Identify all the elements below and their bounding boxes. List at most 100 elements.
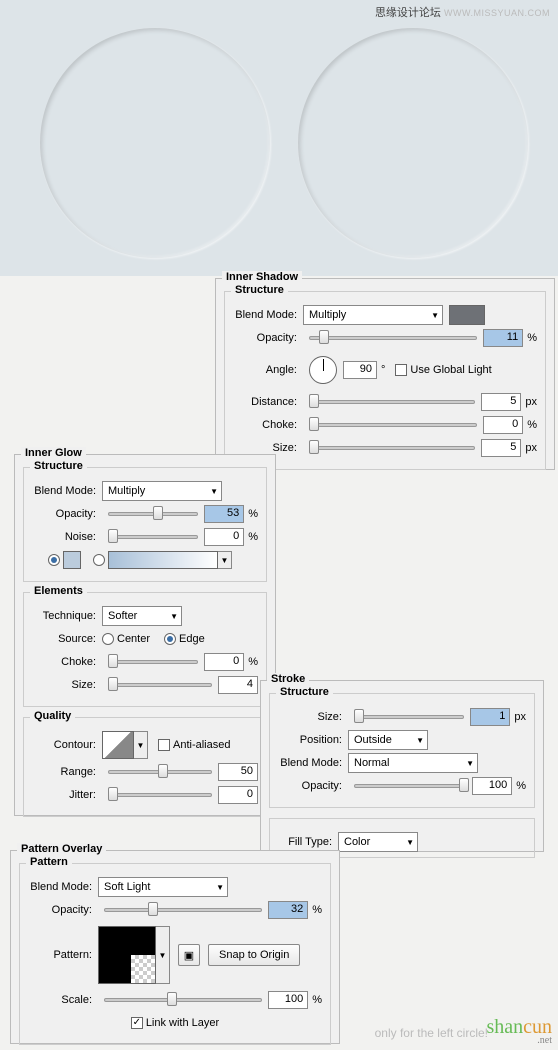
choke-input[interactable]: 0 [204,653,244,671]
gradient-radio[interactable] [93,554,105,566]
opacity-input[interactable]: 53 [204,505,244,523]
noise-slider[interactable] [108,530,198,544]
top-watermark: 思缘设计论坛 WWW.MISSYUAN.COM [375,4,550,20]
scale-slider[interactable] [104,993,262,1007]
watermark-url: WWW.MISSYUAN.COM [444,8,550,18]
scale-input[interactable]: 100 [268,991,308,1009]
chevron-down-icon: ▼ [431,311,439,320]
use-global-light-label: Use Global Light [410,364,491,376]
chevron-down-icon: ▼ [416,736,424,745]
distance-slider[interactable] [309,395,475,409]
angle-input[interactable]: 90 [343,361,377,379]
opacity-slider[interactable] [104,903,262,917]
blend-mode-dropdown[interactable]: Multiply▼ [102,481,222,501]
blend-mode-dropdown[interactable]: Normal▼ [348,753,478,773]
choke-unit: % [527,419,537,431]
bottom-watermark: shancun .net [486,1016,552,1046]
position-label: Position: [278,734,348,746]
opacity-input[interactable]: 11 [483,329,523,347]
shadow-color-swatch[interactable] [449,305,485,325]
contour-label: Contour: [32,739,102,751]
anti-aliased-checkbox[interactable] [158,739,170,751]
panel-title: Inner Shadow [222,271,302,283]
size-input[interactable]: 1 [470,708,510,726]
panel-title: Pattern Overlay [17,843,106,855]
inner-glow-panel: Inner Glow Structure Blend Mode: Multipl… [14,454,276,816]
range-slider[interactable] [108,765,212,779]
noise-input[interactable]: 0 [204,528,244,546]
source-edge-label: Edge [179,633,205,645]
distance-input[interactable]: 5 [481,393,521,411]
choke-slider[interactable] [108,655,198,669]
pattern-overlay-panel: Pattern Overlay Pattern Blend Mode: Soft… [10,850,340,1044]
technique-dropdown[interactable]: Softer▼ [102,606,182,626]
gradient-picker-arrow[interactable]: ▼ [218,551,232,569]
new-preset-icon[interactable]: ▣ [178,944,200,966]
anti-aliased-label: Anti-aliased [173,739,230,751]
solid-color-radio[interactable] [48,554,60,566]
size-label: Size: [278,711,348,723]
chevron-down-icon: ▼ [216,883,224,892]
left-circle [40,28,270,258]
source-edge-radio[interactable] [164,633,176,645]
distance-label: Distance: [233,396,303,408]
scale-label: Scale: [28,994,98,1006]
chevron-down-icon: ▼ [466,759,474,768]
opacity-slider[interactable] [354,779,466,793]
size-unit: px [525,442,537,454]
blend-mode-dropdown[interactable]: Soft Light▼ [98,877,228,897]
chevron-down-icon: ▼ [406,838,414,847]
quality-legend: Quality [30,710,75,722]
watermark-cn: 思缘设计论坛 [375,7,441,19]
size-input[interactable]: 5 [481,439,521,457]
blend-mode-label: Blend Mode: [32,485,102,497]
foot-note: only for the left circle! [375,1026,488,1040]
fill-type-dropdown[interactable]: Color▼ [338,832,418,852]
opacity-slider[interactable] [309,331,477,345]
opacity-label: Opacity: [32,508,102,520]
range-input[interactable]: 50 [218,763,258,781]
blend-mode-dropdown[interactable]: Multiply▼ [303,305,443,325]
source-label: Source: [32,633,102,645]
contour-swatch[interactable] [102,731,134,759]
contour-arrow[interactable]: ▼ [134,731,148,759]
glow-color-swatch[interactable] [63,551,81,569]
pattern-arrow[interactable]: ▼ [156,926,170,984]
size-input[interactable]: 4 [218,676,258,694]
opacity-input[interactable]: 32 [268,901,308,919]
angle-dial[interactable] [309,356,337,384]
size-slider[interactable] [108,678,212,692]
chevron-down-icon: ▼ [170,612,178,621]
choke-input[interactable]: 0 [483,416,523,434]
jitter-slider[interactable] [108,788,212,802]
use-global-light-checkbox[interactable] [395,364,407,376]
opacity-input[interactable]: 100 [472,777,512,795]
opacity-slider[interactable] [108,507,198,521]
gradient-swatch[interactable] [108,551,218,569]
structure-legend: Structure [30,460,87,472]
blend-mode-label: Blend Mode: [28,881,98,893]
source-center-radio[interactable] [102,633,114,645]
angle-unit: ° [381,364,385,376]
pattern-swatch[interactable] [98,926,156,984]
snap-to-origin-button[interactable]: Snap to Origin [208,944,300,966]
stroke-panel: Stroke Structure Size: 1 px Position: Ou… [260,680,544,852]
source-center-label: Center [117,633,150,645]
angle-label: Angle: [233,364,303,376]
right-circle [298,28,528,258]
choke-label: Choke: [233,419,303,431]
distance-unit: px [525,396,537,408]
structure-legend: Structure [276,686,333,698]
technique-label: Technique: [32,610,102,622]
fill-type-label: Fill Type: [278,836,338,848]
elements-legend: Elements [30,585,87,597]
position-dropdown[interactable]: Outside▼ [348,730,428,750]
size-slider[interactable] [309,441,475,455]
size-slider[interactable] [354,710,464,724]
choke-slider[interactable] [309,418,477,432]
noise-label: Noise: [32,531,102,543]
jitter-input[interactable]: 0 [218,786,258,804]
link-with-layer-checkbox[interactable] [131,1017,143,1029]
panel-title: Stroke [267,673,309,685]
preview-area: 思缘设计论坛 WWW.MISSYUAN.COM [0,0,558,276]
